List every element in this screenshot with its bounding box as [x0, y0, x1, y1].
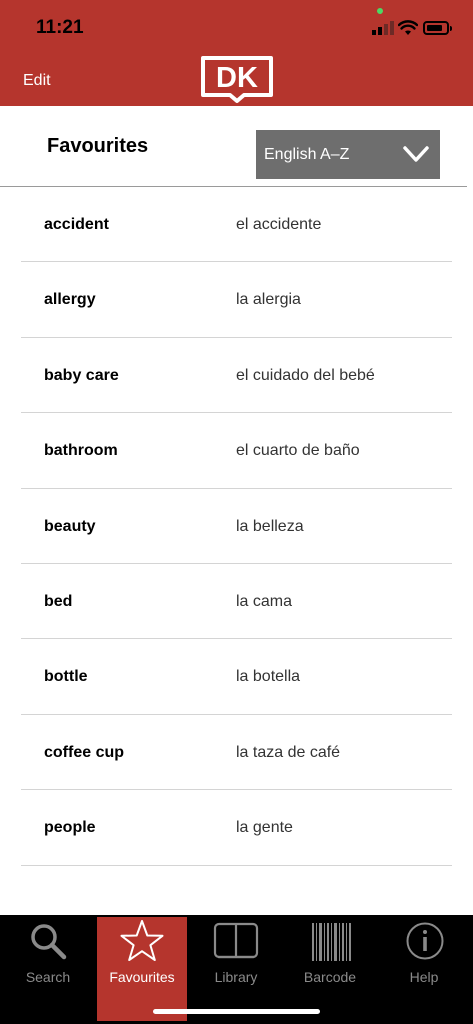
barcode-icon — [312, 923, 351, 961]
wifi-icon — [398, 20, 418, 35]
list-item[interactable]: bed la cama — [21, 564, 452, 640]
list-item[interactable]: beauty la belleza — [21, 489, 452, 564]
spanish-term: la belleza — [236, 517, 304, 535]
tab-label: Favourites — [109, 969, 175, 985]
edit-button[interactable]: Edit — [23, 72, 51, 90]
search-icon — [31, 924, 67, 960]
english-term: people — [44, 819, 96, 837]
home-indicator — [153, 1009, 320, 1014]
app-header: 11:21 Edit DK — [0, 0, 473, 106]
english-term: bottle — [44, 668, 88, 686]
battery-icon — [423, 21, 452, 35]
dk-logo-text: DK — [216, 62, 258, 94]
tab-library[interactable]: Library — [190, 917, 282, 1021]
list-item[interactable]: bottle la botella — [21, 639, 452, 715]
tab-favourites[interactable]: Favourites — [97, 917, 187, 1021]
favourites-list: accident el accidente allergy la alergia… — [21, 187, 452, 866]
tab-label: Barcode — [303, 969, 357, 985]
tab-search[interactable]: Search — [2, 917, 94, 1021]
tab-label: Library — [214, 969, 258, 985]
list-item[interactable]: allergy la alergia — [21, 262, 452, 338]
sort-order-value: English A–Z — [264, 146, 350, 163]
english-term: allergy — [44, 291, 96, 309]
book-icon — [213, 922, 259, 959]
list-item[interactable]: accident el accidente — [21, 187, 452, 263]
star-icon — [120, 920, 164, 961]
english-term: accident — [44, 216, 109, 233]
list-item[interactable]: coffee cup la taza de café — [21, 715, 452, 791]
spanish-term: la alergia — [236, 291, 301, 309]
english-term: bed — [44, 592, 73, 610]
page-title: Favourites — [47, 135, 149, 157]
dk-logo: DK — [201, 56, 273, 103]
tab-label: Search — [25, 969, 71, 985]
english-term: coffee cup — [44, 743, 125, 761]
english-term: bathroom — [44, 442, 118, 460]
spanish-term: la botella — [236, 668, 301, 686]
tab-label: Help — [409, 969, 439, 985]
spanish-term: la cama — [236, 592, 293, 610]
spanish-term: la taza de café — [236, 743, 341, 761]
status-time: 11:21 — [36, 17, 84, 38]
tab-bar: Search Favourites Library Barcode Help — [0, 915, 473, 1024]
list-item[interactable]: people la gente — [21, 790, 452, 866]
english-term: beauty — [44, 517, 96, 535]
spanish-term: el cuarto de baño — [236, 442, 360, 460]
info-icon — [406, 922, 444, 960]
sort-order-dropdown[interactable]: English A–Z — [256, 130, 440, 179]
cellular-signal-icon — [372, 21, 394, 35]
spanish-term: la gente — [236, 819, 293, 837]
spanish-term: el cuidado del bebé — [236, 366, 375, 384]
list-item[interactable]: baby care el cuidado del bebé — [21, 338, 452, 414]
chevron-down-icon — [403, 146, 429, 162]
list-item[interactable]: bathroom el cuarto de baño — [21, 413, 452, 489]
english-term: baby care — [44, 366, 119, 384]
tab-barcode[interactable]: Barcode — [284, 917, 376, 1021]
tab-help[interactable]: Help — [378, 917, 470, 1021]
spanish-term: el accidente — [236, 216, 322, 233]
mic-indicator-icon — [377, 8, 383, 14]
